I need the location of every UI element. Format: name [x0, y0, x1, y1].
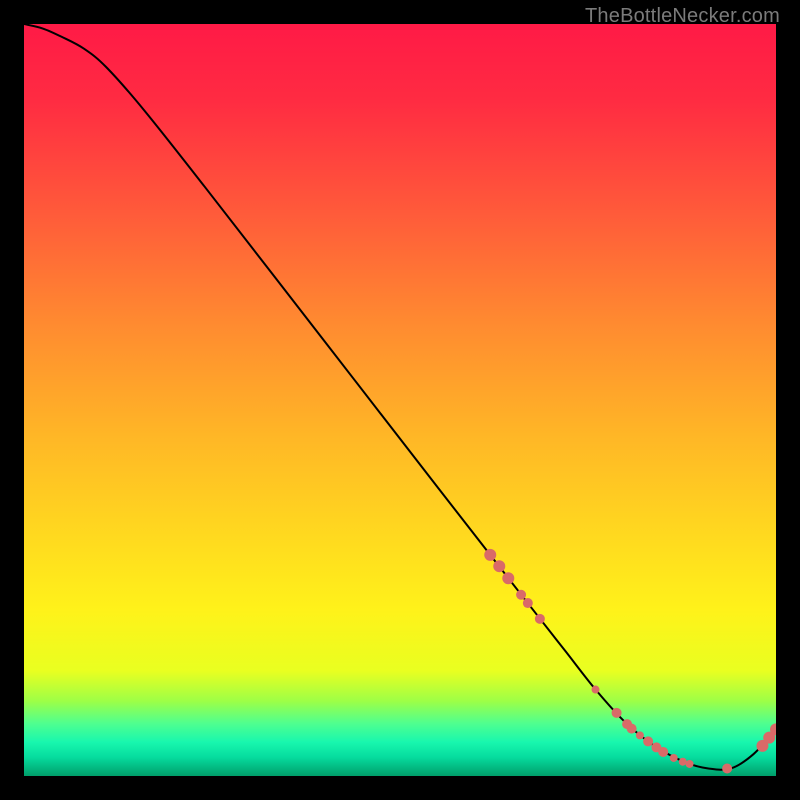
highlight-point: [592, 686, 600, 694]
highlight-point: [722, 763, 732, 773]
chart-stage: TheBottleNecker.com: [0, 0, 800, 800]
highlight-point: [679, 758, 687, 766]
chart-svg: [24, 24, 776, 776]
highlight-point: [502, 572, 514, 584]
highlight-point: [493, 560, 505, 572]
highlight-point: [516, 590, 526, 600]
highlight-point: [484, 549, 496, 561]
highlight-point: [658, 747, 668, 757]
highlight-point: [636, 731, 644, 739]
plot-area: [24, 24, 776, 776]
highlight-point: [627, 724, 637, 734]
highlight-point: [686, 760, 694, 768]
highlight-point: [523, 598, 533, 608]
highlight-point: [535, 614, 545, 624]
gradient-background: [24, 24, 776, 776]
highlight-point: [643, 736, 653, 746]
attribution-label: TheBottleNecker.com: [585, 5, 780, 28]
highlight-point: [670, 754, 678, 762]
highlight-point: [612, 708, 622, 718]
